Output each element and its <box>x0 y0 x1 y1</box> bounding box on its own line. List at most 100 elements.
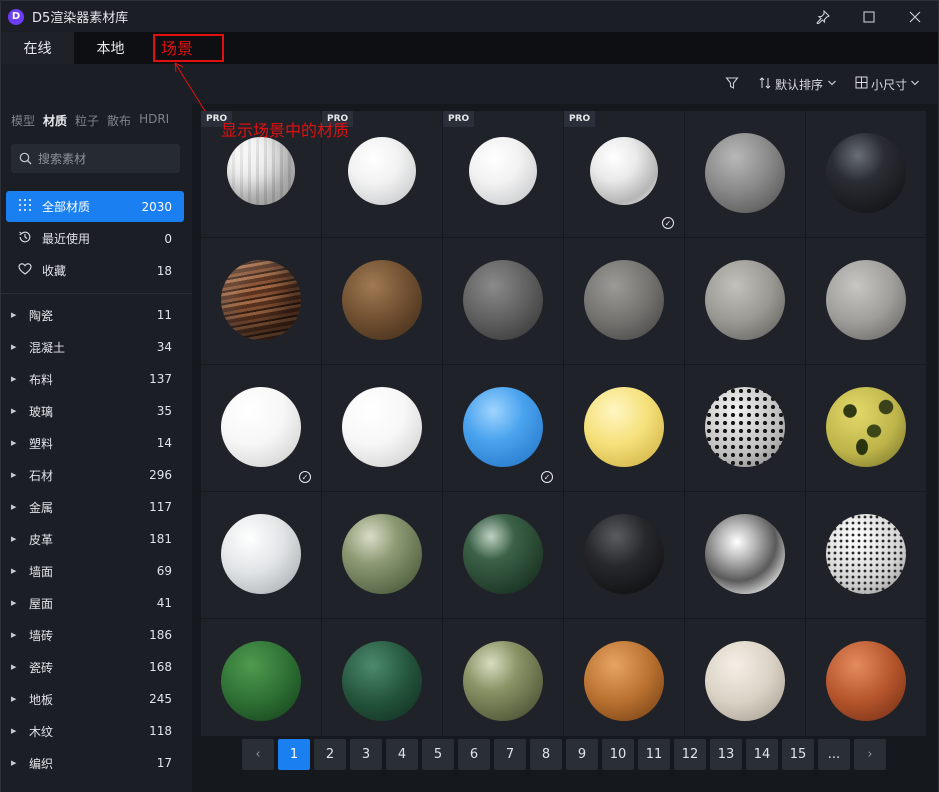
page-button[interactable]: 5 <box>422 739 454 770</box>
material-card[interactable] <box>564 238 684 364</box>
page-button[interactable]: 11 <box>638 739 670 770</box>
material-card[interactable] <box>564 365 684 491</box>
material-card[interactable] <box>322 492 442 618</box>
material-card[interactable] <box>201 492 321 618</box>
tab-model[interactable]: 模型 <box>11 112 35 129</box>
material-card[interactable] <box>806 365 926 491</box>
window-title: D5渲染器素材库 <box>32 11 129 26</box>
tree-item[interactable]: ▶ 陶瓷 11 <box>11 299 186 331</box>
tree-item[interactable]: ▶ 墙砖 186 <box>11 619 186 651</box>
page-button[interactable]: 6 <box>458 739 490 770</box>
material-card[interactable] <box>806 619 926 736</box>
tree-item-label: 皮革 <box>29 532 54 547</box>
tree-item[interactable]: ▶ 木纹 118 <box>11 715 186 747</box>
filter-button[interactable] <box>725 76 739 94</box>
tree-item-label: 屋面 <box>29 596 54 611</box>
material-card[interactable] <box>443 492 563 618</box>
tree-item[interactable]: ▶ 玻璃 35 <box>11 395 186 427</box>
tree-item[interactable]: ▶ 皮革 181 <box>11 523 186 555</box>
tree-item[interactable]: ▶ 金属 117 <box>11 491 186 523</box>
material-card[interactable] <box>685 365 805 491</box>
close-button[interactable] <box>892 1 938 32</box>
tree-item[interactable]: ▶ 编织 17 <box>11 747 186 779</box>
pin-button[interactable] <box>800 1 846 32</box>
tree-item[interactable]: ▶ 布料 137 <box>11 363 186 395</box>
size-dropdown[interactable]: 小尺寸 <box>855 76 920 93</box>
page-button[interactable]: 14 <box>746 739 778 770</box>
material-card[interactable] <box>322 238 442 364</box>
material-card[interactable] <box>201 238 321 364</box>
material-card[interactable] <box>806 238 926 364</box>
page-button[interactable]: 4 <box>386 739 418 770</box>
tree-item-count: 137 <box>149 372 172 386</box>
d5-logo-icon: D <box>8 8 24 25</box>
material-card[interactable] <box>564 492 684 618</box>
page-button[interactable]: 8 <box>530 739 562 770</box>
tab-online[interactable]: 在线 <box>1 32 74 64</box>
material-sphere-thumbnail <box>227 137 295 205</box>
next-page-button[interactable]: › <box>854 739 886 770</box>
caret-right-icon: ▶ <box>11 503 17 511</box>
page-button[interactable]: 1 <box>278 739 310 770</box>
tab-local[interactable]: 本地 <box>74 32 147 64</box>
tree-item-label: 石材 <box>29 468 54 483</box>
material-card[interactable]: PRO ✓ <box>564 111 684 237</box>
page-button[interactable]: 15 <box>782 739 814 770</box>
material-sphere-thumbnail <box>221 260 301 340</box>
page-ellipsis-button[interactable]: ... <box>818 739 850 770</box>
page-button[interactable]: 10 <box>602 739 634 770</box>
page-button[interactable]: 12 <box>674 739 706 770</box>
tree-item[interactable]: ▶ 瓷砖 168 <box>11 651 186 683</box>
material-card[interactable] <box>443 619 563 736</box>
page-button[interactable]: 7 <box>494 739 526 770</box>
tree-item[interactable]: ▶ 墙面 69 <box>11 555 186 587</box>
maximize-button[interactable] <box>846 1 892 32</box>
material-card[interactable] <box>685 619 805 736</box>
caret-right-icon: ▶ <box>11 407 17 415</box>
material-card[interactable]: PRO <box>443 111 563 237</box>
tree-item[interactable]: ▶ 地板 245 <box>11 683 186 715</box>
search-box[interactable] <box>11 144 180 173</box>
page-button[interactable]: 3 <box>350 739 382 770</box>
material-card[interactable]: ✓ <box>201 365 321 491</box>
material-card[interactable] <box>443 238 563 364</box>
tree-item[interactable]: ▶ 混凝土 34 <box>11 331 186 363</box>
page-button[interactable]: 9 <box>566 739 598 770</box>
material-card[interactable] <box>322 619 442 736</box>
sort-dropdown[interactable]: 默认排序 <box>759 76 837 93</box>
tab-particle[interactable]: 粒子 <box>75 112 99 129</box>
prev-page-button[interactable]: ‹ <box>242 739 274 770</box>
caret-right-icon: ▶ <box>11 663 17 671</box>
material-card[interactable] <box>806 492 926 618</box>
material-sphere-thumbnail <box>705 260 785 340</box>
tree-item[interactable]: ▶ 石材 296 <box>11 459 186 491</box>
sidebar-item-recent[interactable]: 最近使用 0 <box>6 223 184 254</box>
tab-material[interactable]: 材质 <box>43 112 67 129</box>
tree-item[interactable]: ▶ 塑料 14 <box>11 427 186 459</box>
tree-item-count: 245 <box>149 692 172 706</box>
page-button[interactable]: 13 <box>710 739 742 770</box>
sidebar-item-favorites[interactable]: 收藏 18 <box>6 255 184 286</box>
tree-item-count: 34 <box>156 340 172 354</box>
material-card[interactable] <box>685 238 805 364</box>
material-sphere-thumbnail <box>221 387 301 467</box>
material-card[interactable] <box>201 619 321 736</box>
tree-item[interactable]: ▶ 屋面 41 <box>11 587 186 619</box>
sidebar-item-all-materials[interactable]: 全部材质 2030 <box>6 191 184 222</box>
page-button[interactable]: 2 <box>314 739 346 770</box>
material-card[interactable]: ✓ <box>443 365 563 491</box>
tab-hdri[interactable]: HDRI <box>139 112 169 129</box>
filter-icon <box>725 77 739 89</box>
tab-scatter[interactable]: 散布 <box>107 112 131 129</box>
pin-icon <box>816 9 830 24</box>
material-card[interactable] <box>564 619 684 736</box>
material-sphere-thumbnail <box>826 260 906 340</box>
material-card[interactable] <box>685 111 805 237</box>
material-card[interactable] <box>806 111 926 237</box>
tree-item-count: 41 <box>156 596 172 610</box>
material-card[interactable] <box>322 365 442 491</box>
material-card[interactable] <box>685 492 805 618</box>
search-input[interactable] <box>38 151 168 166</box>
material-sphere-thumbnail <box>590 137 658 205</box>
grid-dots-icon <box>18 198 36 216</box>
